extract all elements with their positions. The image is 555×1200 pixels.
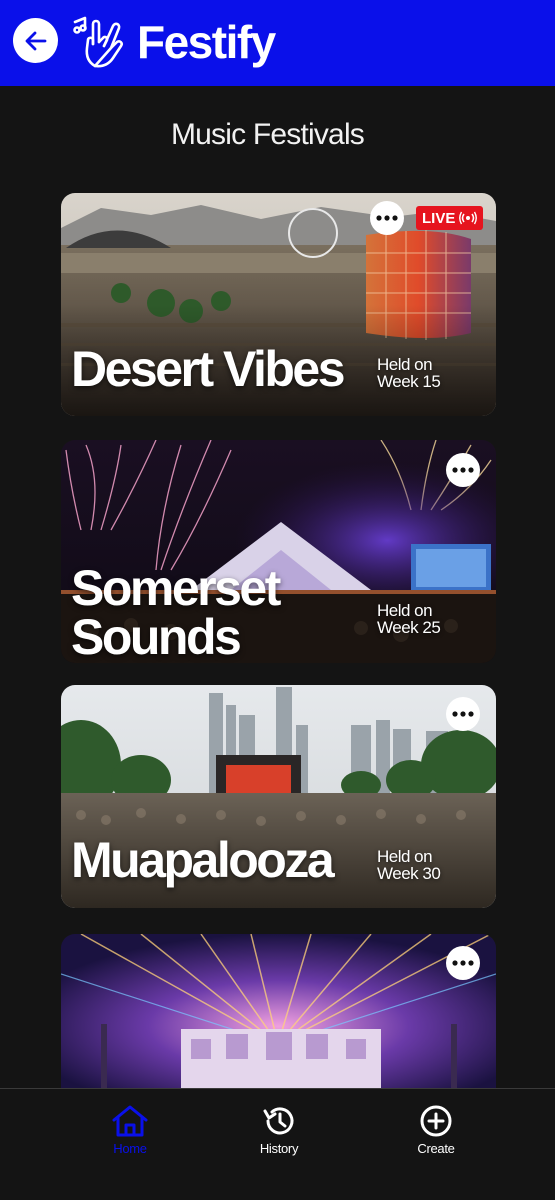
bottom-navigation: Home History Create	[0, 1088, 555, 1200]
nav-history-label: History	[259, 1141, 299, 1156]
hand-music-icon	[73, 16, 123, 68]
festival-name: Somerset Sounds	[71, 560, 281, 663]
app-title: Festify	[137, 16, 276, 68]
history-icon	[263, 1107, 294, 1135]
more-options-button[interactable]	[370, 201, 404, 235]
more-horizontal-icon	[452, 467, 474, 473]
nav-home[interactable]: Home	[85, 1105, 175, 1156]
held-week: Week 15	[377, 372, 441, 391]
festival-name: Desert Vibes	[71, 341, 346, 397]
more-horizontal-icon	[452, 711, 474, 717]
festival-card-somerset-sounds[interactable]: Somerset Sounds Held on Week 25	[61, 440, 496, 663]
nav-home-label: Home	[113, 1141, 147, 1156]
more-options-button[interactable]	[446, 946, 480, 980]
back-button[interactable]	[13, 18, 58, 63]
festival-name-line-1: Somerset	[71, 560, 281, 616]
festival-held-info: Held on Week 30	[377, 847, 441, 883]
plus-circle-icon	[420, 1105, 452, 1137]
nav-create-label: Create	[417, 1141, 455, 1156]
festival-card-4[interactable]	[61, 934, 496, 1088]
festival-photo	[61, 934, 496, 1088]
held-week: Week 25	[377, 618, 441, 637]
more-options-button[interactable]	[446, 697, 480, 731]
broadcast-icon	[459, 211, 478, 225]
nav-history[interactable]: History	[234, 1105, 324, 1156]
held-label: Held on	[377, 601, 433, 620]
festival-held-info: Held on Week 15	[377, 355, 441, 391]
festival-held-info: Held on Week 25	[377, 601, 441, 637]
more-options-button[interactable]	[446, 453, 480, 487]
app-header: Festify	[0, 0, 555, 86]
more-horizontal-icon	[452, 960, 474, 966]
held-label: Held on	[377, 847, 433, 866]
held-label: Held on	[377, 355, 433, 374]
page-title: Music Festivals	[170, 118, 365, 151]
more-horizontal-icon	[376, 215, 398, 221]
arrow-left-icon	[25, 31, 46, 50]
held-week: Week 30	[377, 864, 441, 883]
home-icon	[112, 1105, 148, 1137]
festival-name: Muapalooza	[71, 832, 335, 888]
festival-card-muapalooza[interactable]: Muapalooza Held on Week 30	[61, 685, 496, 908]
festival-card-desert-vibes[interactable]: LIVE Desert Vibes Held on Week 15	[61, 193, 496, 416]
nav-create[interactable]: Create	[391, 1105, 481, 1156]
live-badge: LIVE	[416, 206, 484, 230]
festival-name-line-2: Sounds	[71, 609, 242, 663]
